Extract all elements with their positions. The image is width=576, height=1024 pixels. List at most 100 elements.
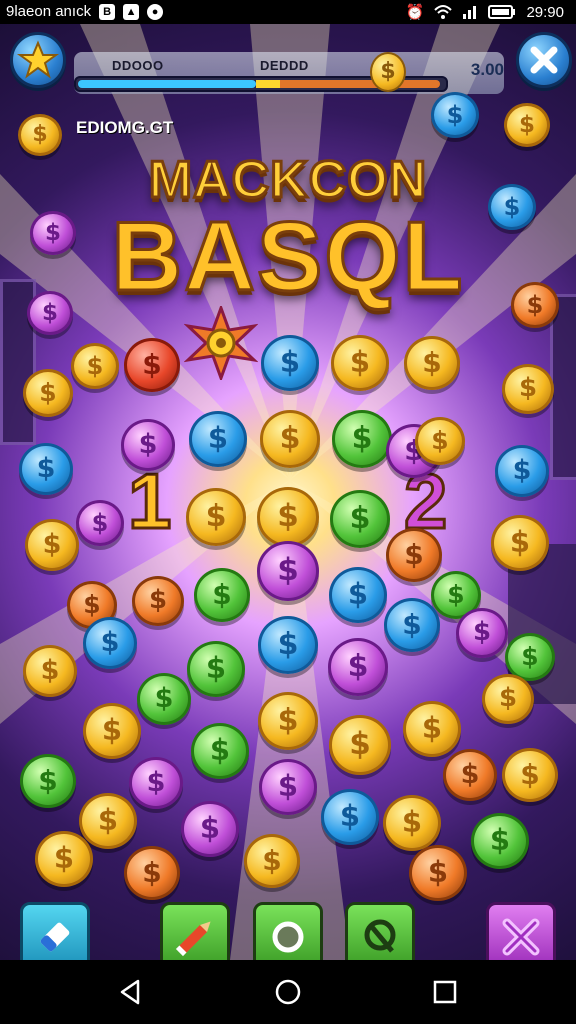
coin-piece[interactable]: $ <box>488 184 536 231</box>
coin-piece[interactable]: $ <box>137 673 191 725</box>
coin-piece[interactable]: $ <box>189 411 247 467</box>
close-button[interactable] <box>516 32 572 88</box>
coin-piece[interactable]: $ <box>409 845 467 901</box>
coin-piece[interactable]: $ <box>383 795 441 851</box>
coin-piece[interactable]: $ <box>124 338 180 392</box>
bonus-star-piece[interactable] <box>184 306 258 380</box>
coin-piece[interactable]: $ <box>30 211 76 256</box>
chat-icon: ● <box>147 3 164 20</box>
coin-piece[interactable]: $ <box>191 723 249 779</box>
coin-piece[interactable]: $ <box>260 410 320 468</box>
coin-piece[interactable]: $ <box>431 92 479 139</box>
back-icon[interactable] <box>116 977 146 1007</box>
coin-piece[interactable]: $ <box>328 638 388 696</box>
coin-piece[interactable]: $ <box>258 616 318 674</box>
coin-piece[interactable]: $ <box>502 748 558 802</box>
coin-piece[interactable]: $ <box>386 528 442 582</box>
coin-piece[interactable]: $ <box>456 608 508 658</box>
tag-tool[interactable] <box>345 902 415 960</box>
close-icon <box>530 46 558 74</box>
navigation-bar <box>0 960 576 1024</box>
tag-icon <box>364 919 396 953</box>
battery-icon <box>488 5 516 19</box>
coin-piece[interactable]: $ <box>384 598 440 652</box>
circle-icon <box>272 921 304 953</box>
coin-piece[interactable]: $ <box>25 519 79 571</box>
coin-piece[interactable]: $ <box>76 500 124 547</box>
coin-piece[interactable]: $ <box>181 801 239 857</box>
status-bar-left: 9laeon anıck B ▲ ● <box>6 3 164 20</box>
coin-piece[interactable]: $ <box>20 754 76 808</box>
coin-piece[interactable]: $ <box>71 343 119 390</box>
score-value: 3.00 <box>470 60 504 79</box>
coin-piece[interactable]: $ <box>495 445 549 497</box>
star-icon <box>16 40 60 79</box>
signal-icon <box>463 6 477 19</box>
coin-piece[interactable]: $ <box>27 291 73 336</box>
game-board[interactable]: DDOOO DEDDD $ 3.00 EDIOMG.GT MACKCON BAS… <box>0 24 576 960</box>
progress-fill <box>78 80 256 88</box>
coin-piece[interactable]: $ <box>23 369 73 417</box>
coin-piece[interactable]: $ <box>244 834 300 888</box>
progress-coin-icon: $ <box>370 52 406 92</box>
coin-piece[interactable]: $ <box>132 576 184 626</box>
eraser-tool[interactable] <box>20 902 90 960</box>
level-label: EDIOMG.GT <box>76 118 174 137</box>
status-text: 9laeon anıck <box>6 3 92 20</box>
wifi-icon <box>434 5 453 19</box>
coin-piece[interactable]: $ <box>332 410 392 468</box>
coin-piece[interactable]: $ <box>329 715 391 775</box>
status-bar: 9laeon anıck B ▲ ● ⏰ 29:90 <box>0 0 576 24</box>
cross-tool[interactable] <box>486 902 556 960</box>
coin-piece[interactable]: $ <box>121 419 175 471</box>
coin-piece[interactable]: $ <box>194 568 250 622</box>
coin-piece[interactable]: $ <box>187 641 245 697</box>
coin-piece[interactable]: $ <box>257 541 319 601</box>
menu-button[interactable] <box>10 32 66 88</box>
coin-piece[interactable]: $ <box>511 282 559 329</box>
circle-tool[interactable] <box>253 902 323 960</box>
home-icon[interactable] <box>273 977 303 1007</box>
coin-piece[interactable]: $ <box>491 515 549 571</box>
coin-piece[interactable]: $ <box>18 114 62 157</box>
coin-piece[interactable]: $ <box>257 487 319 547</box>
coin-piece[interactable]: $ <box>331 335 389 391</box>
coin-piece[interactable]: $ <box>321 789 379 845</box>
eraser-icon <box>40 922 70 952</box>
notification-icon: B <box>99 3 116 20</box>
pencil-icon <box>175 921 211 957</box>
coin-piece[interactable]: $ <box>259 759 317 815</box>
progress-right-label: DEDDD <box>260 58 309 73</box>
progress-marker <box>256 80 280 88</box>
clock: 29:90 <box>526 3 564 21</box>
coin-piece[interactable]: $ <box>502 364 554 414</box>
pencil-tool[interactable] <box>160 902 230 960</box>
recents-icon[interactable] <box>430 977 460 1007</box>
coin-piece[interactable]: $ <box>129 757 183 809</box>
level-progress: DDOOO DEDDD $ 3.00 <box>74 46 504 94</box>
coin-piece[interactable]: $ <box>403 701 461 757</box>
image-icon: ▲ <box>123 3 140 20</box>
coin-piece[interactable]: $ <box>261 335 319 391</box>
coin-piece[interactable]: $ <box>19 443 73 495</box>
coin-piece[interactable]: $ <box>23 645 77 697</box>
coin-piece[interactable]: $ <box>329 567 387 623</box>
coin-piece[interactable]: $ <box>415 417 465 465</box>
coin-piece[interactable]: $ <box>258 692 318 750</box>
coin-piece[interactable]: $ <box>79 793 137 849</box>
coin-piece[interactable]: $ <box>35 831 93 887</box>
coin-piece[interactable]: $ <box>83 617 137 669</box>
status-bar-right: ⏰ 29:90 <box>405 3 564 22</box>
alarm-icon: ⏰ <box>405 4 425 21</box>
coin-piece[interactable]: $ <box>83 703 141 759</box>
coin-piece[interactable]: $ <box>471 813 529 869</box>
coin-piece[interactable]: $ <box>186 488 246 546</box>
progress-left-label: DDOOO <box>112 58 164 73</box>
coin-piece[interactable]: $ <box>504 103 550 148</box>
coin-piece[interactable]: $ <box>330 490 390 548</box>
coin-piece[interactable]: $ <box>124 846 180 900</box>
coin-piece[interactable]: $ <box>482 674 534 724</box>
cross-icon <box>502 918 540 956</box>
coin-piece[interactable]: $ <box>443 749 497 801</box>
coin-piece[interactable]: $ <box>404 336 460 390</box>
